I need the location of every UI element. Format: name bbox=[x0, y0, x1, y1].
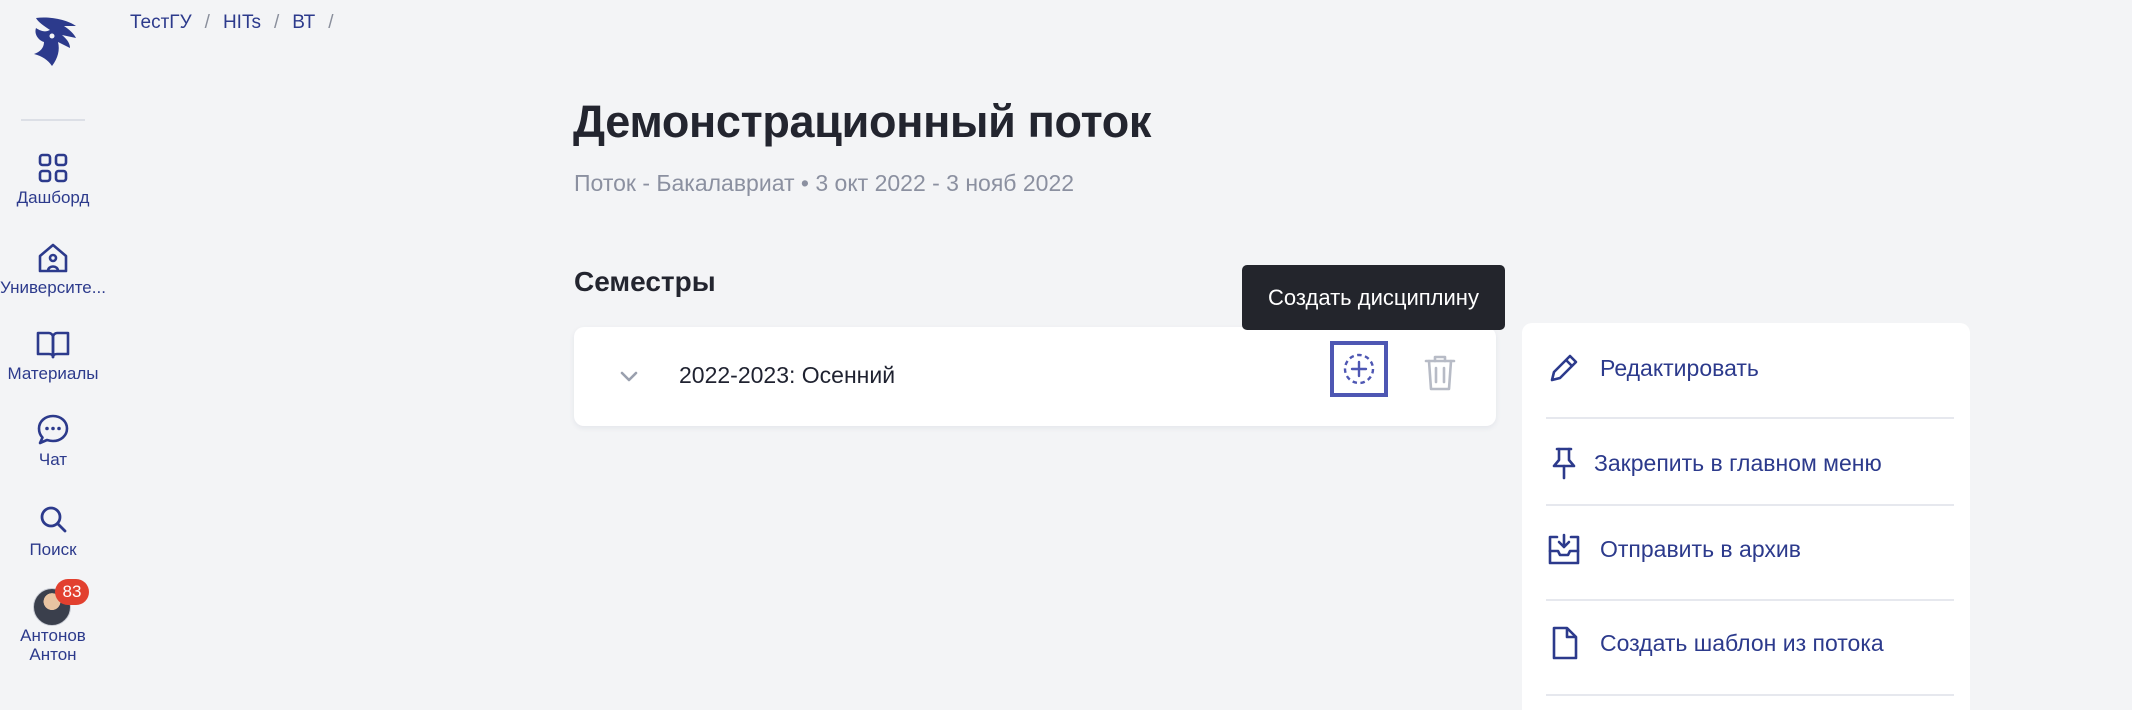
page-title: Демонстрационный поток bbox=[573, 96, 1152, 147]
breadcrumb-separator: / bbox=[204, 12, 210, 33]
breadcrumb-item[interactable]: ТестГУ bbox=[130, 12, 192, 34]
user-avatar-button[interactable]: 83 bbox=[33, 579, 89, 628]
sidebar-item-chat[interactable]: Чат bbox=[0, 412, 106, 470]
sidebar-item-label: Дашборд bbox=[16, 188, 90, 207]
pencil-icon bbox=[1550, 354, 1578, 382]
archive-icon bbox=[1548, 533, 1580, 565]
logo-icon[interactable] bbox=[26, 14, 80, 70]
sidebar-item-label: Поиск bbox=[29, 540, 77, 559]
trash-icon[interactable] bbox=[1422, 353, 1458, 393]
actions-panel: Редактировать Закрепить в главном меню О… bbox=[1522, 323, 1970, 710]
sidebar-item-label: Материалы bbox=[7, 364, 99, 383]
file-icon bbox=[1552, 626, 1578, 660]
sidebar-item-university[interactable]: Университе... bbox=[0, 240, 106, 298]
chevron-down-icon[interactable] bbox=[614, 361, 644, 391]
divider bbox=[1546, 417, 1954, 419]
sidebar-item-materials[interactable]: Материалы bbox=[0, 326, 106, 384]
sidebar-divider bbox=[21, 119, 85, 121]
chat-icon bbox=[37, 414, 69, 445]
action-label: Редактировать bbox=[1600, 354, 1759, 381]
breadcrumb: ТестГУ / HITs / ВТ / bbox=[130, 12, 347, 34]
user-first-name: Антон bbox=[29, 645, 77, 664]
pin-icon bbox=[1552, 447, 1576, 480]
semester-card: 2022-2023: Осенний bbox=[574, 327, 1496, 426]
grid-icon bbox=[38, 153, 68, 183]
action-label: Закрепить в главном меню bbox=[1594, 449, 1882, 476]
create-template-button[interactable]: Создать шаблон из потока bbox=[1546, 625, 1946, 661]
page-subtitle: Поток - Бакалавриат • 3 окт 2022 - 3 ноя… bbox=[574, 170, 1075, 196]
action-label: Отправить в архив bbox=[1600, 535, 1801, 562]
action-label: Создать шаблон из потока bbox=[1600, 629, 1884, 656]
pin-to-menu-button[interactable]: Закрепить в главном меню bbox=[1546, 445, 1946, 481]
divider bbox=[1546, 694, 1954, 696]
tooltip: Создать дисциплину bbox=[1242, 265, 1505, 330]
notification-badge: 83 bbox=[55, 579, 89, 605]
sidebar-item-search[interactable]: Поиск bbox=[0, 502, 106, 560]
home-icon bbox=[38, 243, 68, 273]
semester-name: 2022-2023: Осенний bbox=[679, 362, 896, 388]
edit-button[interactable]: Редактировать bbox=[1546, 350, 1946, 386]
sidebar: Дашборд Университе... Материалы Чат Поис… bbox=[0, 0, 106, 710]
user-last-name: Антонов bbox=[20, 626, 86, 645]
sidebar-item-label: Университе... bbox=[0, 278, 106, 297]
divider bbox=[1546, 504, 1954, 506]
semesters-section-title: Семестры bbox=[574, 266, 716, 297]
user-name[interactable]: Антонов Антон bbox=[0, 626, 106, 664]
divider bbox=[1546, 599, 1954, 601]
sidebar-item-label: Чат bbox=[38, 450, 68, 469]
breadcrumb-separator: / bbox=[328, 12, 334, 33]
breadcrumb-item[interactable]: HITs bbox=[223, 12, 261, 34]
archive-button[interactable]: Отправить в архив bbox=[1546, 531, 1946, 567]
breadcrumb-item[interactable]: ВТ bbox=[292, 12, 315, 34]
create-discipline-button[interactable] bbox=[1330, 341, 1388, 397]
search-icon bbox=[40, 506, 67, 533]
sidebar-item-dashboard[interactable]: Дашборд bbox=[0, 150, 106, 208]
book-icon bbox=[36, 331, 70, 359]
breadcrumb-separator: / bbox=[273, 12, 280, 33]
add-circle-icon bbox=[1343, 353, 1375, 385]
